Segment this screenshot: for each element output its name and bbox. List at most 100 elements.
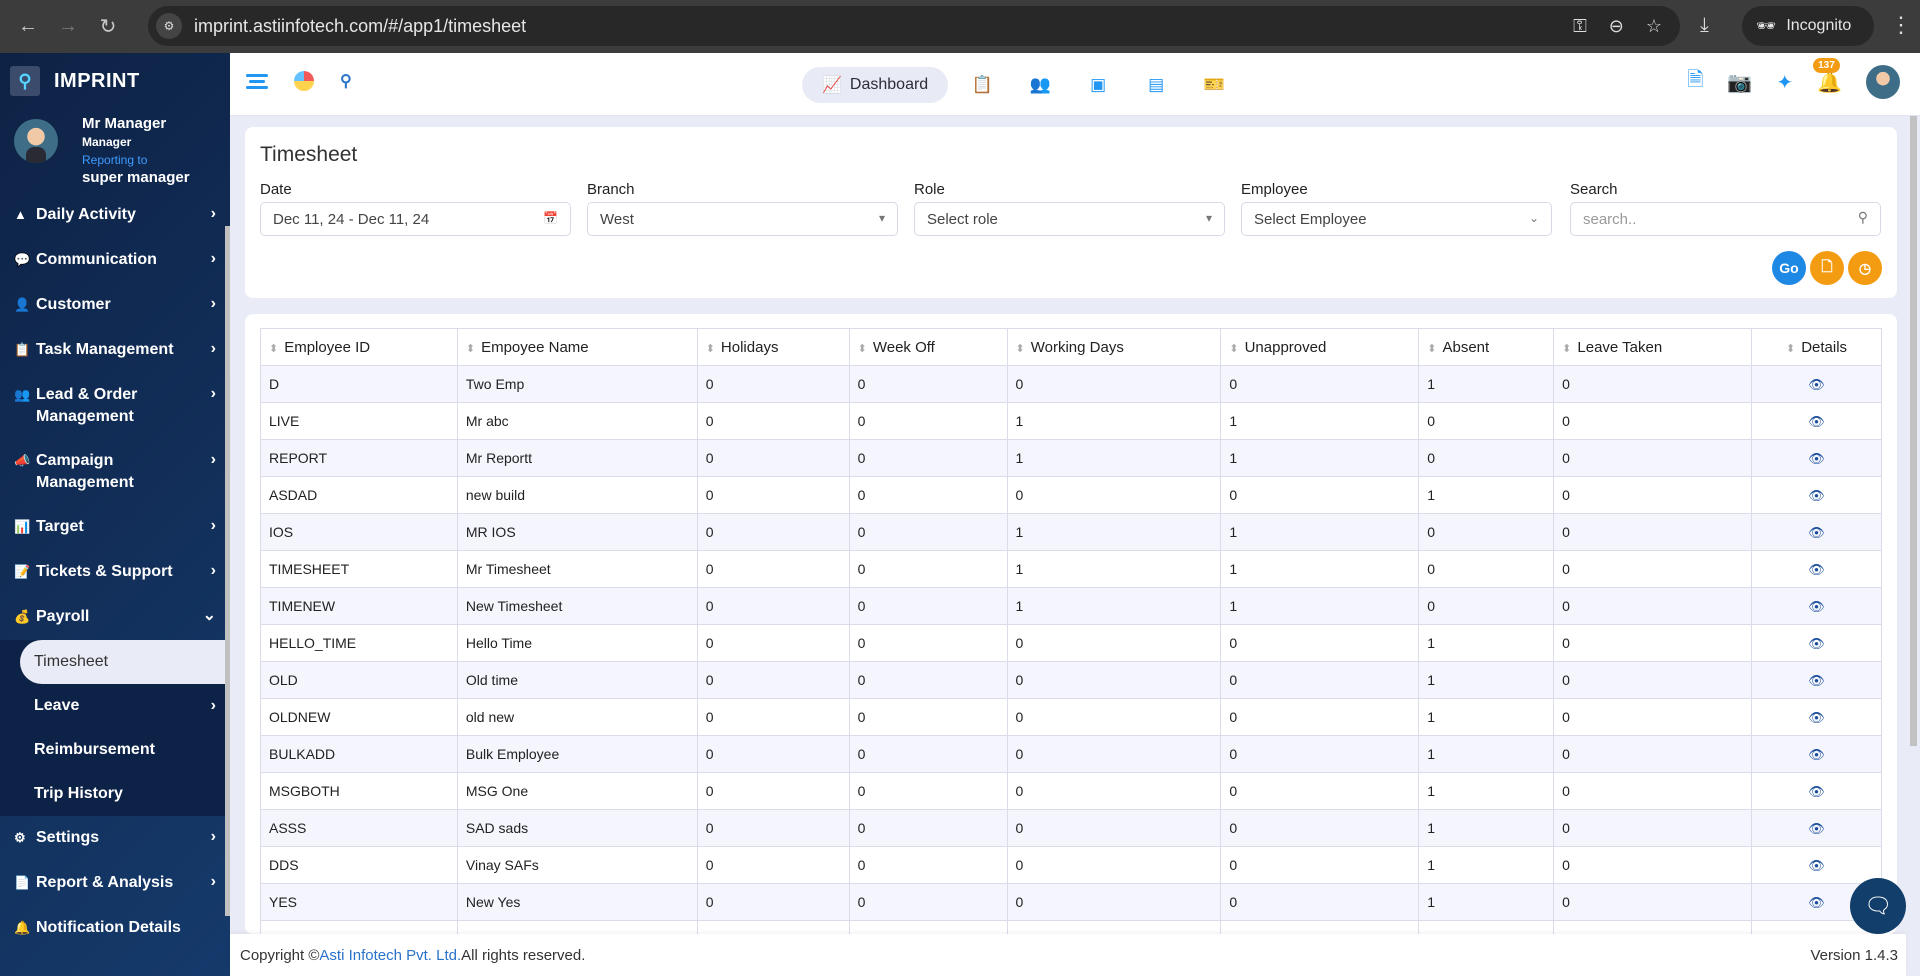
inbox-nav-icon[interactable]: ▤ bbox=[1132, 75, 1180, 95]
sort-icon[interactable]: ⬍ bbox=[706, 343, 715, 355]
camera-icon[interactable]: 📷 bbox=[1727, 70, 1752, 95]
box-nav-icon[interactable]: ▣ bbox=[1074, 75, 1122, 95]
back-icon[interactable]: ← bbox=[8, 15, 48, 38]
view-details-eye-icon[interactable]: 👁 bbox=[1808, 858, 1825, 873]
column-header[interactable]: ⬍ Week Off bbox=[848, 328, 1008, 366]
sparkle-icon[interactable]: ✦ bbox=[1776, 70, 1793, 95]
hamburger-menu-icon[interactable] bbox=[246, 74, 268, 89]
sidebar-subitem-reimbursement[interactable]: Reimbursement bbox=[0, 728, 230, 772]
column-header[interactable]: ⬍ Absent bbox=[1418, 328, 1555, 366]
sidebar-item-tickets[interactable]: 📝 Tickets & Support › bbox=[0, 550, 230, 595]
sidebar-subitem-timesheet[interactable]: Timesheet bbox=[20, 640, 230, 684]
view-details-eye-icon[interactable]: 👁 bbox=[1808, 525, 1825, 540]
column-header[interactable]: ⬍ Leave Taken bbox=[1553, 328, 1753, 366]
clipboard-nav-icon[interactable]: 📋 bbox=[958, 75, 1006, 95]
view-details-eye-icon[interactable]: 👁 bbox=[1808, 599, 1825, 614]
column-header[interactable]: ⬍ Employee ID bbox=[260, 328, 458, 366]
details-cell: 👁 bbox=[1751, 550, 1882, 588]
column-header[interactable]: ⬍ Working Days bbox=[1006, 328, 1222, 366]
sort-icon[interactable]: ⬍ bbox=[1229, 343, 1238, 355]
table-cell: 1 bbox=[1418, 920, 1555, 934]
download-icon[interactable]: ⤓ bbox=[1700, 14, 1709, 37]
go-button[interactable]: Go bbox=[1772, 251, 1806, 285]
brand[interactable]: ⚲ IMPRINT bbox=[0, 53, 230, 109]
file-download-icon[interactable]: 🗎 bbox=[1687, 65, 1703, 99]
view-details-eye-icon[interactable]: 👁 bbox=[1808, 673, 1825, 688]
sidebar-subitem-leave[interactable]: Leave › bbox=[0, 684, 230, 728]
users-nav-icon[interactable]: 👥 bbox=[1016, 75, 1064, 95]
dashboard-button[interactable]: 📈 Dashboard bbox=[802, 67, 949, 103]
sort-icon[interactable]: ⬍ bbox=[466, 343, 475, 355]
column-header[interactable]: ⬍ Details bbox=[1751, 328, 1882, 366]
sidebar-item-settings[interactable]: ⚙ Settings › bbox=[0, 816, 230, 861]
search-icon[interactable]: ⚲ bbox=[1858, 209, 1868, 226]
password-key-icon[interactable]: ⚿ bbox=[1573, 16, 1587, 37]
notification-bell-icon[interactable]: 🔔 137 bbox=[1813, 57, 1842, 95]
date-range-picker[interactable]: Dec 11, 24 - Dec 11, 24 📅 bbox=[260, 202, 571, 236]
sort-icon[interactable]: ⬍ bbox=[858, 343, 867, 355]
employee-select[interactable]: Select Employee ⌄ bbox=[1241, 202, 1552, 236]
column-header[interactable]: ⬍ Holidays bbox=[696, 328, 850, 366]
sort-icon[interactable]: ⬍ bbox=[1427, 343, 1436, 355]
view-details-eye-icon[interactable]: 👁 bbox=[1808, 821, 1825, 836]
bookmark-star-icon[interactable]: ☆ bbox=[1646, 16, 1662, 37]
forward-icon[interactable]: → bbox=[48, 15, 88, 38]
sort-icon[interactable]: ⬍ bbox=[269, 343, 278, 355]
sidebar-item-campaign[interactable]: 📣 Campaign Management › bbox=[0, 439, 230, 505]
view-details-eye-icon[interactable]: 👁 bbox=[1808, 377, 1825, 392]
incognito-indicator[interactable]: 🕶 Incognito bbox=[1742, 6, 1874, 46]
export-button[interactable]: 🗋 bbox=[1810, 251, 1844, 285]
sidebar-item-daily-activity[interactable]: ▲ Daily Activity › bbox=[0, 193, 230, 238]
ticket-nav-icon[interactable]: 🎫 bbox=[1190, 75, 1238, 95]
sort-icon[interactable]: ⬍ bbox=[1016, 343, 1025, 355]
chevron-right-icon: › bbox=[210, 250, 216, 267]
sidebar-item-customer[interactable]: 👤 Customer › bbox=[0, 283, 230, 328]
view-details-eye-icon[interactable]: 👁 bbox=[1808, 451, 1825, 466]
view-details-eye-icon[interactable]: 👁 bbox=[1808, 784, 1825, 799]
history-button[interactable]: ◷ bbox=[1848, 251, 1882, 285]
calendar-icon: 📅 bbox=[543, 211, 558, 225]
view-details-eye-icon[interactable]: 👁 bbox=[1808, 414, 1825, 429]
sidebar-item-target[interactable]: 📊 Target › bbox=[0, 505, 230, 550]
sort-icon[interactable]: ⬍ bbox=[1786, 343, 1795, 355]
branch-select[interactable]: West ▾ bbox=[587, 202, 898, 236]
user-avatar[interactable] bbox=[1866, 65, 1900, 99]
sidebar-subitem-trip-history[interactable]: Trip History bbox=[0, 772, 230, 816]
sidebar-item-lead-order[interactable]: 👥 Lead & Order Management › bbox=[0, 373, 230, 439]
company-link[interactable]: Asti Infotech Pvt. Ltd. bbox=[319, 947, 461, 964]
column-header[interactable]: ⬍ Empoyee Name bbox=[456, 328, 698, 366]
role-select[interactable]: Select role ▾ bbox=[914, 202, 1225, 236]
table-row: ASSS SAD sads 0 0 0 0 1 0 👁 bbox=[260, 809, 1882, 847]
table-cell: 0 bbox=[848, 772, 1008, 810]
table-cell: 0 bbox=[1553, 513, 1753, 551]
view-details-eye-icon[interactable]: 👁 bbox=[1808, 895, 1825, 910]
sidebar-item-task-management[interactable]: 📋 Task Management › bbox=[0, 328, 230, 373]
sidebar: ⚲ IMPRINT Mr Manager Manager Reporting t… bbox=[0, 53, 230, 976]
browser-menu-icon[interactable]: ⋮ bbox=[1890, 12, 1912, 38]
sort-icon[interactable]: ⬍ bbox=[1562, 343, 1571, 355]
sidebar-item-communication[interactable]: 💬 Communication › bbox=[0, 238, 230, 283]
zoom-out-icon[interactable]: ⊖ bbox=[1609, 16, 1624, 37]
chat-support-button[interactable]: 🗨 bbox=[1850, 878, 1906, 934]
search-icon[interactable]: ⚲ bbox=[340, 71, 352, 91]
view-details-eye-icon[interactable]: 👁 bbox=[1808, 710, 1825, 725]
view-details-eye-icon[interactable]: 👁 bbox=[1808, 747, 1825, 762]
site-settings-icon[interactable]: ⚙ bbox=[156, 13, 182, 39]
table-cell: 1 bbox=[1220, 550, 1420, 588]
search-input[interactable]: search.. ⚲ bbox=[1570, 202, 1881, 236]
pie-chart-icon[interactable] bbox=[294, 71, 314, 91]
view-details-eye-icon[interactable]: 👁 bbox=[1808, 562, 1825, 577]
page-scrollbar[interactable] bbox=[1906, 116, 1920, 976]
view-details-eye-icon[interactable]: 👁 bbox=[1808, 636, 1825, 651]
reload-icon[interactable]: ↻ bbox=[88, 14, 128, 39]
url-text[interactable]: imprint.astiinfotech.com/#/app1/timeshee… bbox=[194, 16, 526, 37]
sidebar-item-report[interactable]: 📄 Report & Analysis › bbox=[0, 861, 230, 906]
table-cell: 1 bbox=[1418, 624, 1555, 662]
column-header[interactable]: ⬍ Unapproved bbox=[1220, 328, 1420, 366]
sidebar-item-payroll[interactable]: 💰 Payroll ⌄ bbox=[0, 595, 230, 640]
sidebar-scrollbar[interactable] bbox=[225, 226, 230, 916]
column-header-label: Week Off bbox=[872, 338, 935, 356]
view-details-eye-icon[interactable]: 👁 bbox=[1808, 488, 1825, 503]
address-bar[interactable]: ⚙ imprint.astiinfotech.com/#/app1/timesh… bbox=[148, 6, 1680, 46]
sidebar-item-notification-details[interactable]: 🔔 Notification Details bbox=[0, 906, 230, 951]
